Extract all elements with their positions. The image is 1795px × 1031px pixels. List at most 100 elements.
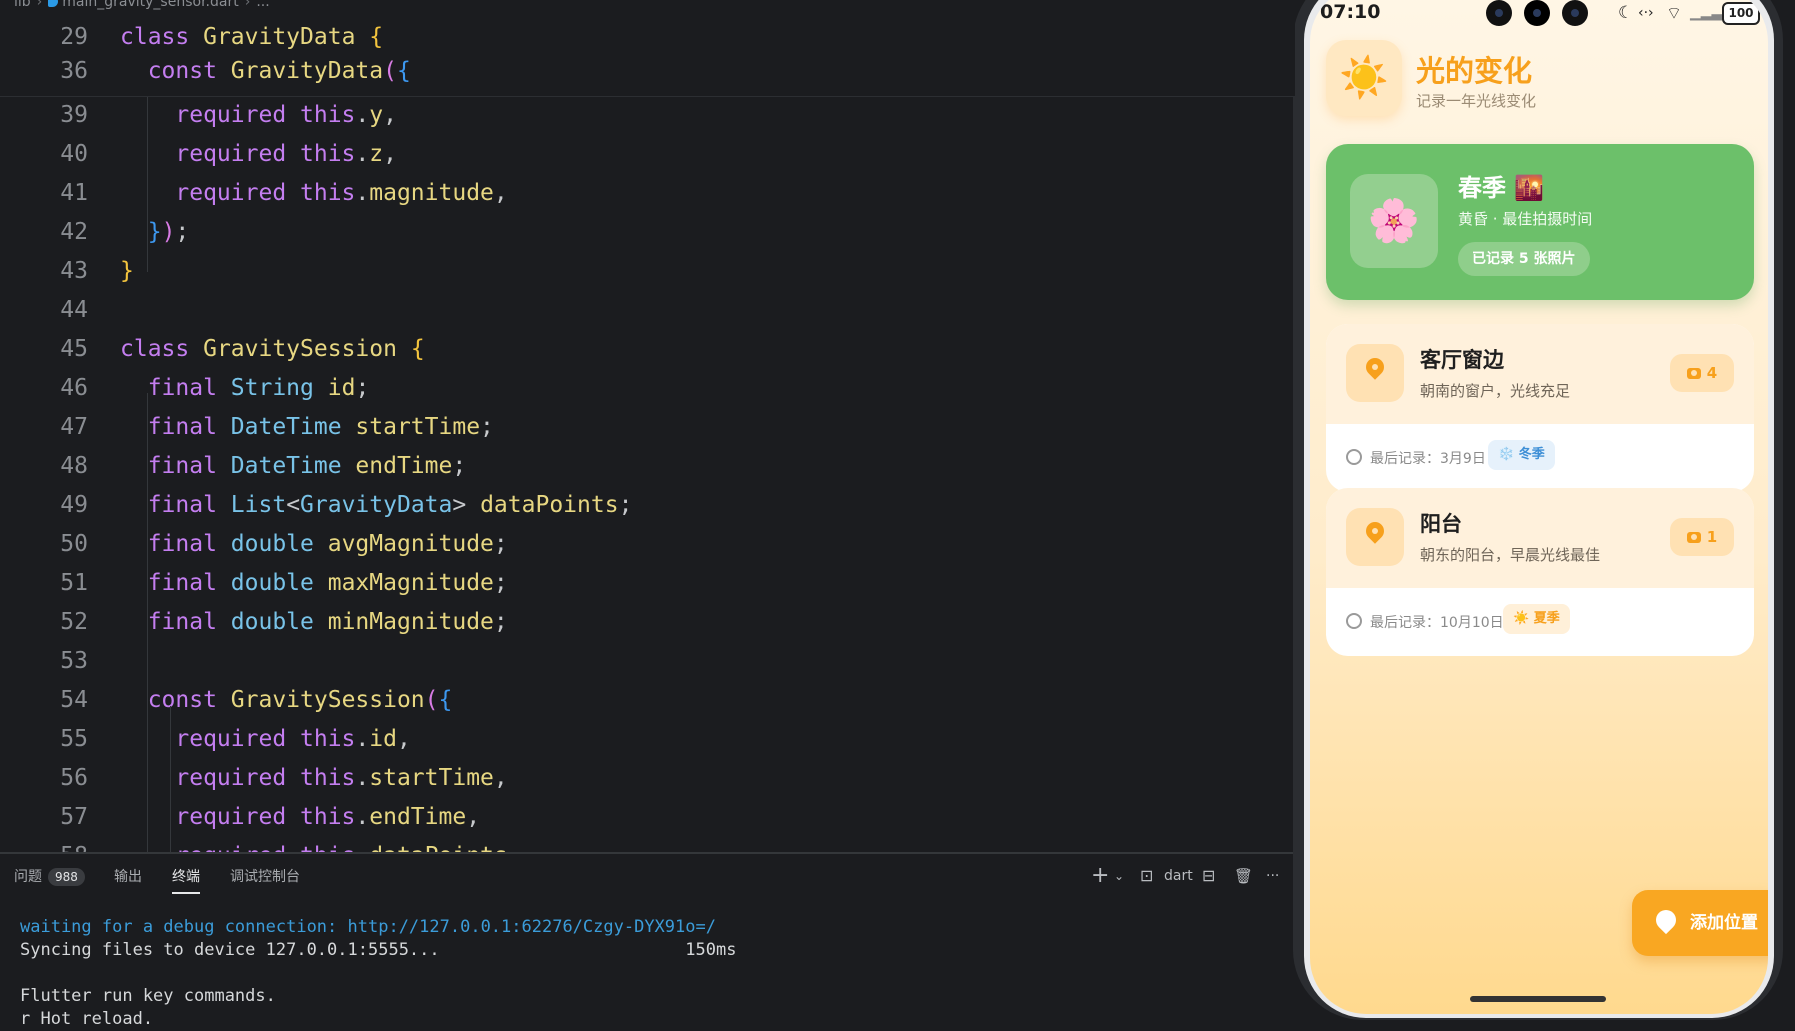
code-token: avgMagnitude (327, 531, 494, 557)
terminal-instance-label[interactable]: dart (1164, 864, 1193, 888)
code-line[interactable]: 48 final DateTime endTime; (0, 447, 1295, 485)
code-text[interactable]: final String id; (120, 369, 370, 407)
code-token: ; (493, 570, 508, 596)
code-line[interactable]: 51 final double maxMagnitude; (0, 564, 1295, 602)
code-line[interactable]: 55 required this.id, (0, 720, 1295, 758)
code-text[interactable]: }); (120, 213, 190, 251)
line-number: 57 (60, 804, 88, 830)
code-token: , (383, 102, 397, 128)
tab-output[interactable]: 输出 (114, 865, 142, 889)
terminal-line: Syncing files to device 127.0.0.1:5555..… (20, 940, 737, 960)
terminal-line: waiting for a debug connection: http://1… (20, 917, 716, 937)
code-token: this (300, 765, 356, 791)
code-line[interactable]: 42 }); (0, 213, 1295, 251)
photo-count-badge[interactable]: 1 (1670, 518, 1734, 556)
sticky-scroll-header[interactable]: 29 class GravityData {36 const GravityDat… (0, 18, 1295, 97)
code-token: required (175, 141, 301, 167)
code-text[interactable]: const GravityData({ (120, 52, 411, 90)
add-location-button[interactable]: 添加位置 (1632, 890, 1768, 956)
code-line[interactable]: 43} (0, 252, 1295, 290)
code-text[interactable]: final DateTime endTime; (120, 447, 467, 485)
code-token: this (300, 180, 356, 206)
tab-problems[interactable]: 问题 988 (14, 865, 85, 889)
camera-icon (1686, 368, 1701, 379)
line-number: 44 (60, 297, 88, 323)
new-terminal-button[interactable]: + (1091, 864, 1109, 888)
code-token: { (438, 687, 453, 713)
code-token: , (508, 843, 522, 852)
code-text[interactable]: required this.y, (120, 96, 397, 134)
code-line[interactable]: 56 required this.startTime, (0, 759, 1295, 797)
photo-count-badge[interactable]: 4 (1670, 354, 1734, 392)
more-actions-icon[interactable]: ··· (1266, 864, 1279, 888)
code-text[interactable]: final double maxMagnitude; (120, 564, 508, 602)
tab-debug-console[interactable]: 调试控制台 (230, 865, 300, 889)
code-text[interactable]: required this.id, (120, 720, 410, 758)
chevron-down-icon[interactable]: ⌄ (1114, 864, 1124, 888)
code-text[interactable]: required this.dataPoints, (120, 837, 522, 852)
last-record: 最后记录：3月9日 (1346, 448, 1486, 468)
code-token: DateTime (230, 414, 356, 440)
app-header: ☀️ 光的变化 记录一年光线变化 (1310, 40, 1768, 130)
indent-guide (170, 706, 171, 852)
code-token: final (147, 375, 231, 401)
code-token: . (355, 765, 370, 791)
code-line[interactable]: 52 final double minMagnitude; (0, 603, 1295, 641)
code-line[interactable]: 58 required this.dataPoints, (0, 837, 1295, 852)
season-tip: 黄昏 · 最佳拍摄时间 (1458, 210, 1593, 228)
location-card[interactable]: 阳台 朝东的阳台，早晨光线最佳 1 最后记录：10月10日 ☀️ 夏季 (1326, 488, 1754, 656)
code-text[interactable]: final double avgMagnitude; (120, 525, 508, 563)
code-token: ; (618, 492, 633, 518)
code-token: GravityData (230, 58, 384, 84)
season-name: 春季 🌇 (1458, 174, 1545, 202)
terminal-line: r Hot reload. (20, 1009, 154, 1029)
code-token: final (147, 492, 231, 518)
tab-terminal[interactable]: 终端 (172, 865, 200, 894)
app-title: 光的变化 (1416, 54, 1533, 88)
terminal-icon: ⊡ (1140, 866, 1154, 885)
photo-count-chip: 已记录 5 张照片 (1458, 242, 1590, 276)
code-line[interactable]: 53 (0, 642, 1295, 680)
code-line[interactable]: 39 required this.y, (0, 96, 1295, 134)
code-text[interactable]: class GravityData { (120, 18, 383, 56)
code-text[interactable]: final List<GravityData> dataPoints; (120, 486, 633, 524)
code-line[interactable]: 50 final double avgMagnitude; (0, 525, 1295, 563)
code-text[interactable]: class GravitySession { (120, 330, 425, 368)
code-token: List (230, 492, 287, 518)
code-text[interactable]: final double minMagnitude; (120, 603, 508, 641)
code-lines[interactable]: 39 required this.y, 40 required this.z, 41… (0, 0, 1295, 852)
code-text[interactable]: } (120, 252, 134, 290)
code-token: required (175, 765, 301, 791)
code-editor[interactable]: lib › main_gravity_sensor.dart ›... 39 requ… (0, 0, 1295, 852)
trash-icon[interactable]: 🗑 (1234, 864, 1253, 888)
code-line[interactable]: 46 final String id; (0, 369, 1295, 407)
code-line[interactable]: 41 required this.magnitude, (0, 174, 1295, 212)
code-line[interactable]: 49 final List<GravityData> dataPoints; (0, 486, 1295, 524)
code-token: DateTime (230, 453, 356, 479)
home-indicator[interactable] (1470, 996, 1606, 1002)
code-line[interactable]: 44 (0, 291, 1295, 329)
code-line[interactable]: 54 const GravitySession({ (0, 681, 1295, 719)
code-line[interactable]: 57 required this.endTime, (0, 798, 1295, 836)
code-text[interactable]: required this.magnitude, (120, 174, 507, 212)
code-text[interactable]: required this.z, (120, 135, 397, 173)
data-transfer-icon: ‹·› (1638, 5, 1654, 21)
code-text[interactable]: final DateTime startTime; (120, 408, 494, 446)
code-line[interactable]: 40 required this.z, (0, 135, 1295, 173)
code-text[interactable]: required this.startTime, (120, 759, 507, 797)
current-season-card[interactable]: 🌸 春季 🌇 黄昏 · 最佳拍摄时间 已记录 5 张照片 (1326, 144, 1754, 300)
line-number: 50 (60, 531, 88, 557)
code-token: id (369, 726, 397, 752)
line-number: 42 (60, 219, 88, 245)
add-location-icon (1651, 905, 1681, 935)
code-line[interactable]: 29 class GravityData { (0, 18, 1295, 56)
code-line[interactable]: 36 const GravityData({ (0, 52, 1295, 90)
camera-icon (1686, 532, 1701, 543)
code-line[interactable]: 47 final DateTime startTime; (0, 408, 1295, 446)
location-card[interactable]: 客厅窗边 朝南的窗户，光线充足 4 最后记录：3月9日 ❄️ 冬季 (1326, 324, 1754, 492)
split-terminal-icon[interactable]: ⊟ (1202, 864, 1215, 888)
code-line[interactable]: 45 class GravitySession { (0, 330, 1295, 368)
code-text[interactable]: required this.endTime, (120, 798, 480, 836)
